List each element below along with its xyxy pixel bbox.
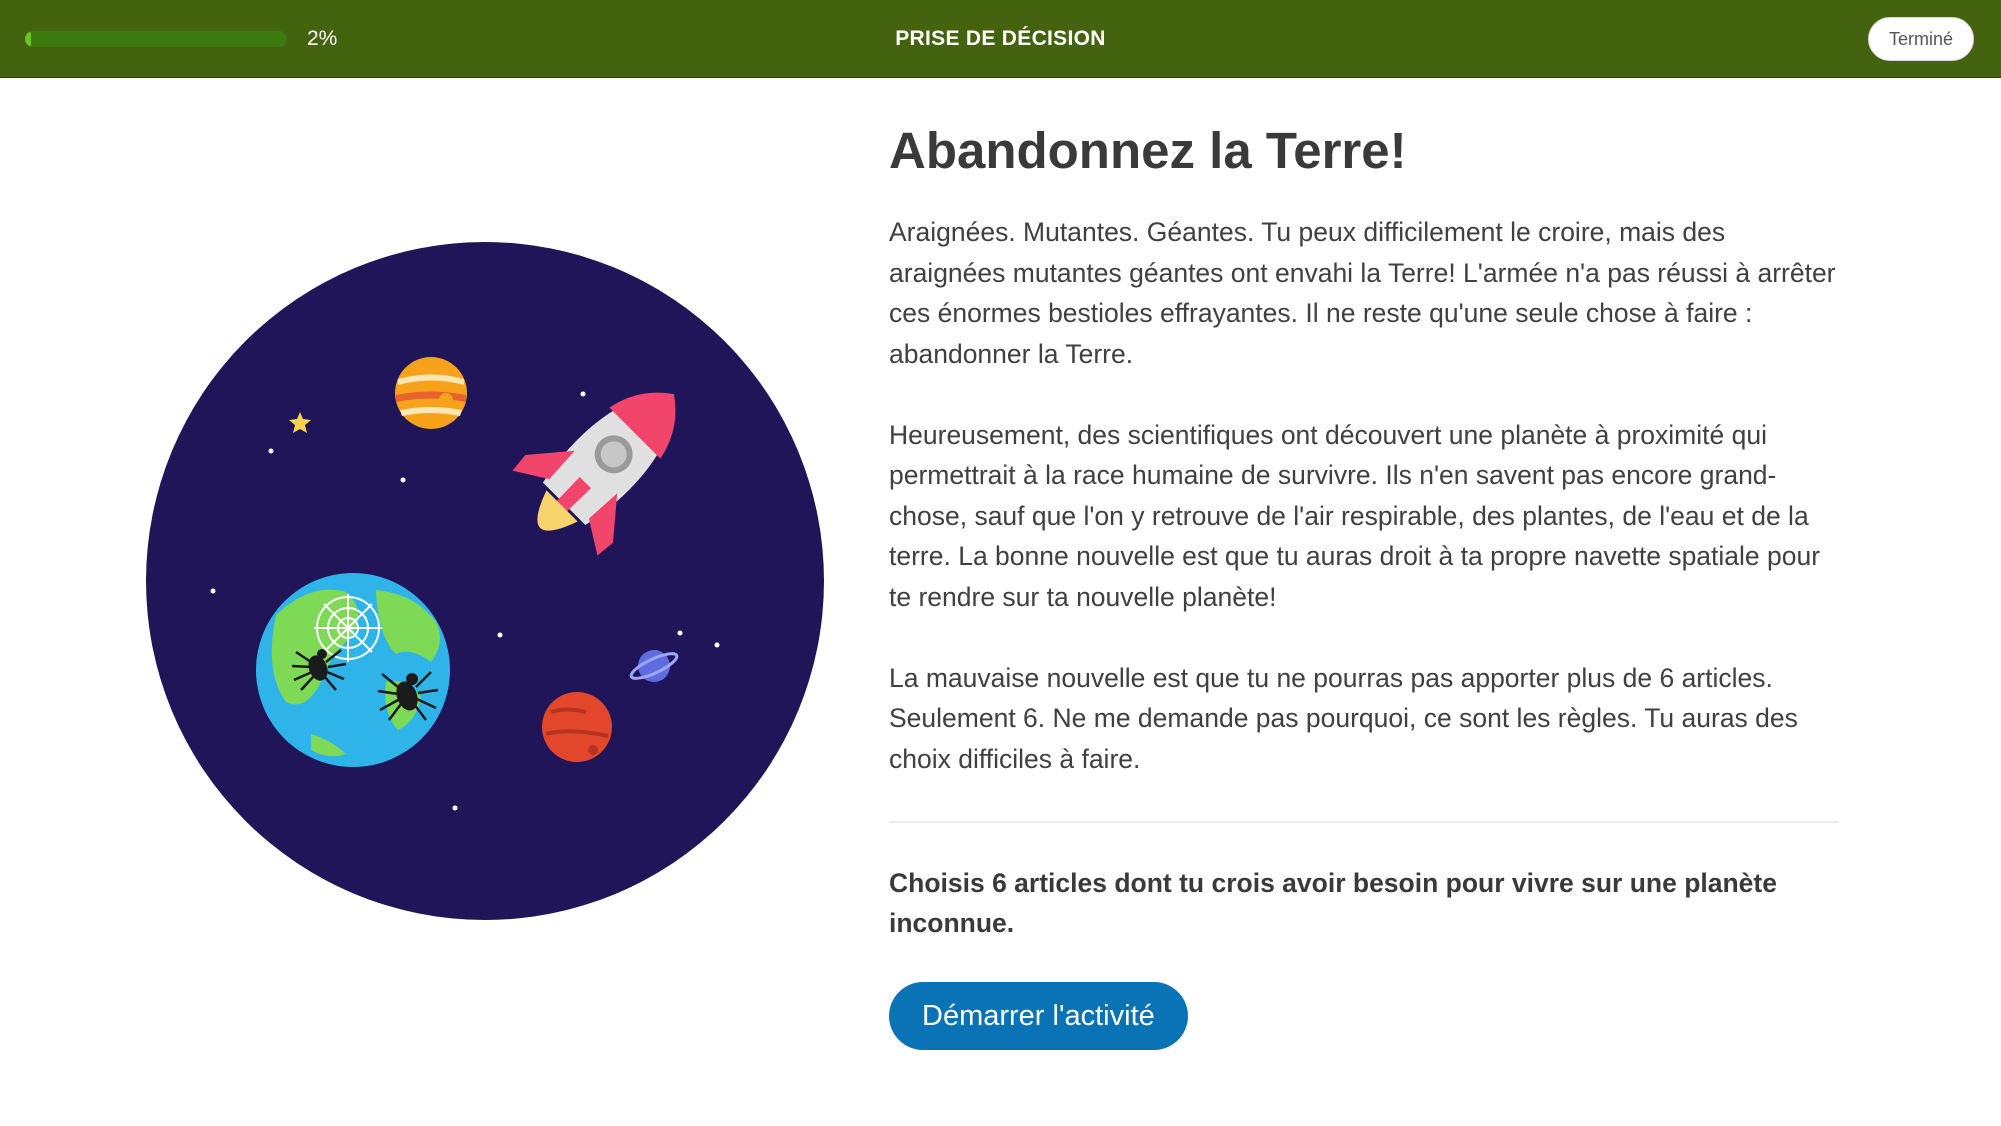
mars-planet-icon (542, 692, 612, 762)
space-circle (146, 242, 824, 920)
divider (889, 821, 1838, 823)
earth-icon (256, 573, 450, 767)
top-bar: 2% PRISE DE DÉCISION Terminé (0, 0, 2001, 78)
jupiter-planet-icon (395, 357, 467, 429)
activity-prompt: Choisis 6 articles dont tu crois avoir b… (889, 868, 1777, 938)
intro-paragraph-2: Heureusement, des scientifiques ont déco… (889, 419, 1821, 612)
activity-title: PRISE DE DÉCISION (895, 27, 1106, 50)
activity-content: Abandonnez la Terre! Araignées. Mutantes… (889, 112, 1839, 1050)
done-button[interactable]: Terminé (1868, 17, 1974, 61)
start-activity-button[interactable]: Démarrer l'activité (889, 982, 1188, 1050)
intro-paragraph-1: Araignées. Mutantes. Géantes. Tu peux di… (889, 217, 1836, 369)
space-illustration (146, 242, 824, 920)
page-title: Abandonnez la Terre! (889, 122, 1407, 179)
intro-paragraph-3: La mauvaise nouvelle est que tu ne pourr… (889, 662, 1798, 774)
